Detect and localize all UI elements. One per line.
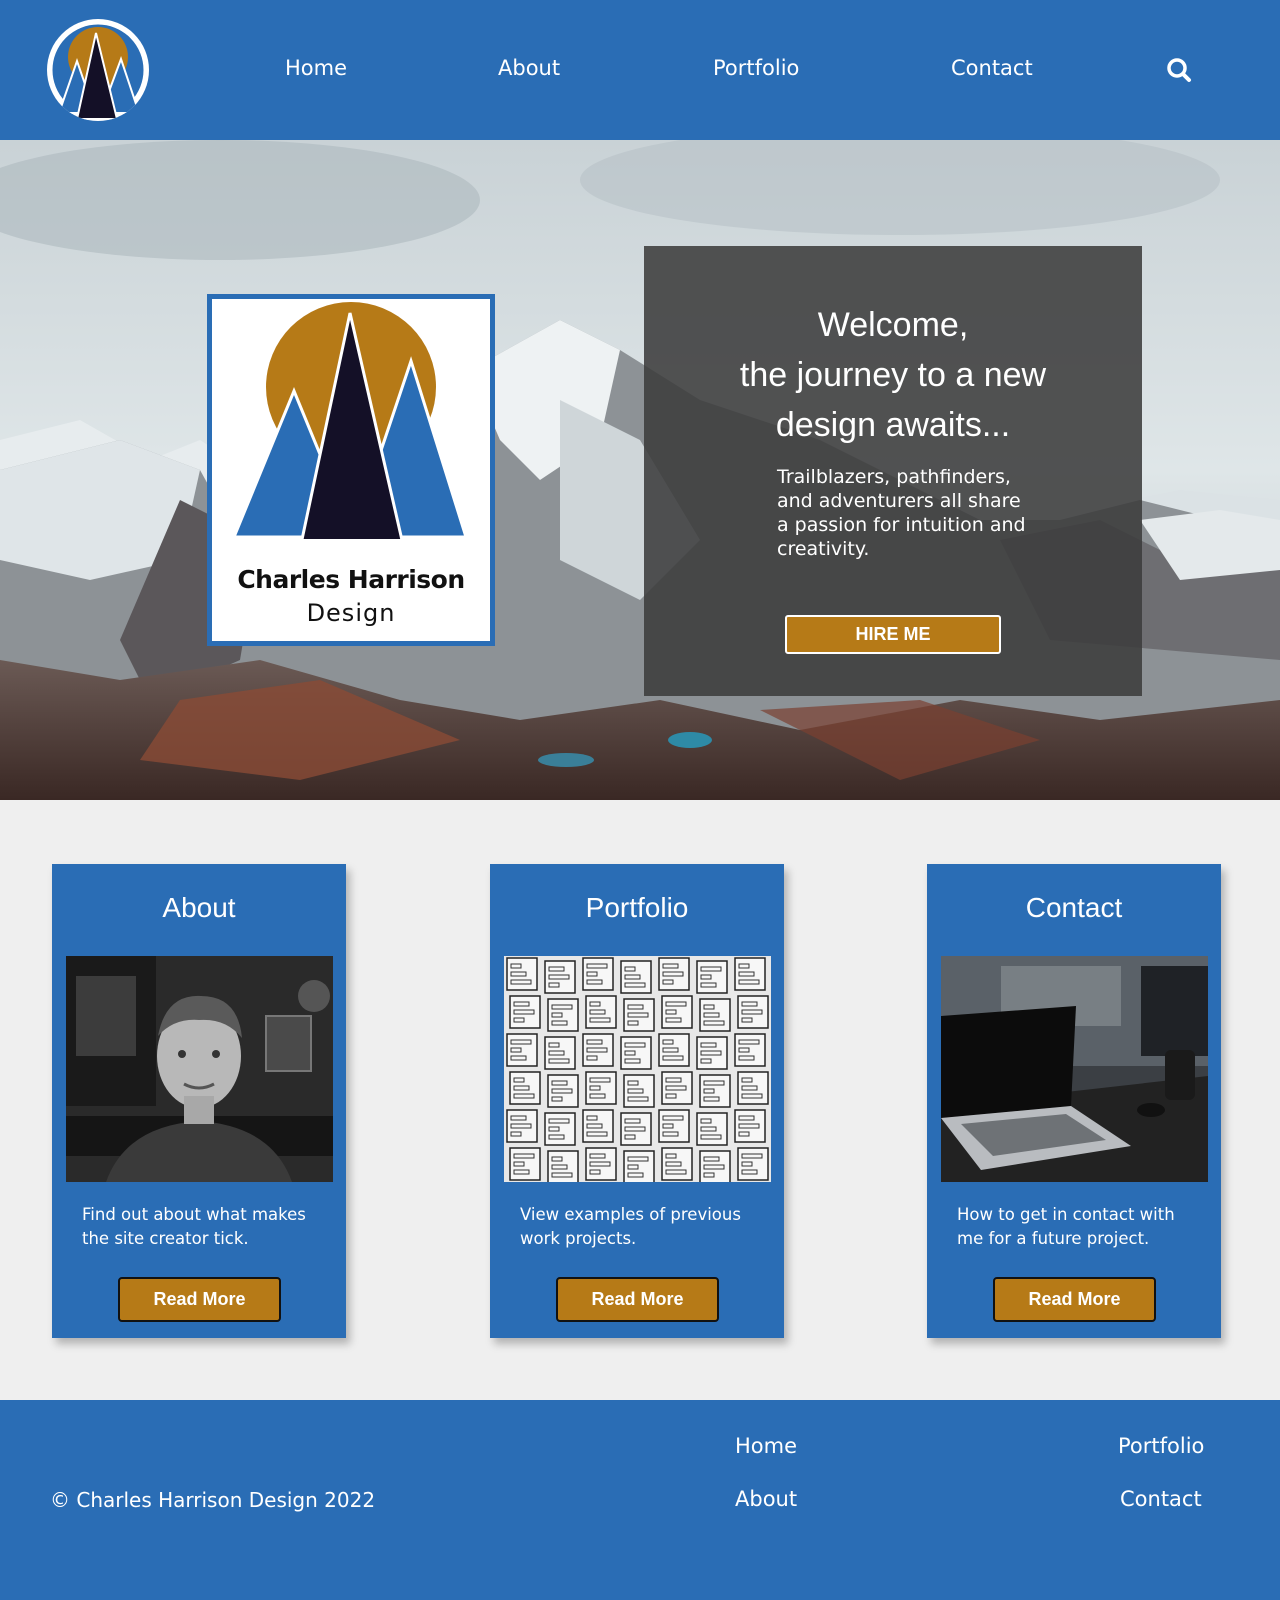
read-more-button[interactable]: Read More [993,1277,1156,1322]
wireframe-sketches-photo [504,956,771,1182]
nav-home[interactable]: Home [285,56,347,80]
copyright-text: © Charles Harrison Design 2022 [50,1488,376,1512]
portfolio-card: Portfolio View examples of previous work… [490,864,784,1338]
intro-text: Trailblazers, pathfinders, and adventure… [777,466,1026,560]
site-header: Home About Portfolio Contact [0,0,1280,140]
about-card: About Find out about what makes the site… [52,864,346,1338]
brand-logo-card: Charles Harrison Design [207,294,495,646]
read-more-button[interactable]: Read More [118,1277,281,1322]
footer-link-portfolio[interactable]: Portfolio [1118,1434,1204,1458]
card-description: How to get in contact with me for a futu… [957,1205,1175,1248]
nav-portfolio[interactable]: Portfolio [713,56,799,80]
footer-link-contact[interactable]: Contact [1120,1487,1202,1511]
logo-icon[interactable] [47,19,149,121]
nav-contact[interactable]: Contact [951,56,1033,80]
footer-link-about[interactable]: About [735,1487,797,1511]
laptop-desk-photo [941,956,1208,1182]
welcome-heading-line: the journey to a new [739,356,1047,394]
card-title: Contact [1025,892,1123,923]
card-description: View examples of previous work projects. [520,1205,741,1248]
footer-link-home[interactable]: Home [735,1434,797,1458]
card-title: About [162,892,236,923]
nav-about[interactable]: About [498,56,560,80]
portrait-photo [66,956,333,1182]
card-description: Find out about what makes the site creat… [82,1205,306,1248]
brand-subtitle: Design [306,599,396,627]
search-icon[interactable] [1166,57,1192,83]
mountain-sun-logo-icon [212,302,490,549]
welcome-panel: Welcome, the journey to a new design awa… [644,246,1142,696]
read-more-button[interactable]: Read More [556,1277,719,1322]
welcome-heading: Welcome, the journey to a new design awa… [644,300,1142,450]
hero-section: Charles Harrison Design Welcome, the jou… [0,140,1280,800]
contact-card: Contact How to get in contact with me fo… [927,864,1221,1338]
hire-me-button[interactable]: HIRE ME [785,615,1001,654]
site-footer: © Charles Harrison Design 2022 Home Port… [0,1400,1280,1600]
welcome-heading-line: Welcome, [817,306,969,344]
card-title: Portfolio [585,892,689,923]
brand-name: Charles Harrison [237,565,465,594]
welcome-heading-line: design awaits... [775,406,1011,444]
